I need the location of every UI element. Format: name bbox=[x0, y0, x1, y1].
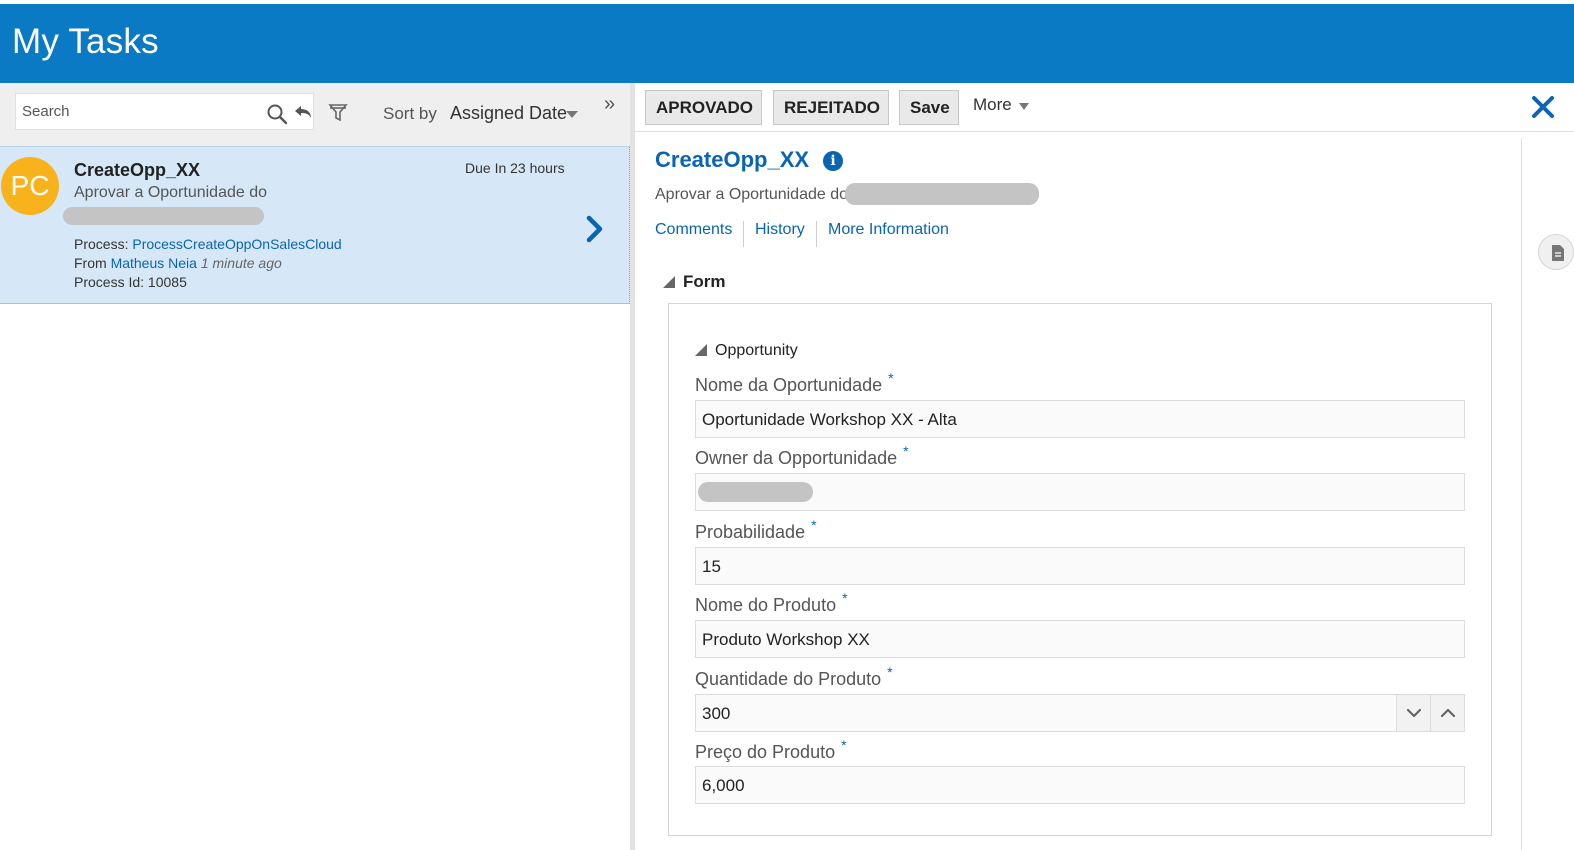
info-icon[interactable]: i bbox=[823, 151, 843, 171]
sort-caret-icon[interactable] bbox=[566, 111, 578, 118]
tab-more-information[interactable]: More Information bbox=[828, 221, 949, 239]
from-label: From bbox=[74, 255, 107, 271]
field-label-nome-produto: Nome do Produto * bbox=[695, 590, 848, 616]
detail-toolbar: APROVADO REJEITADO Save More bbox=[635, 83, 1574, 132]
collapse-triangle-icon[interactable] bbox=[695, 344, 707, 356]
required-marker: * bbox=[842, 590, 848, 606]
header-bar bbox=[0, 4, 1574, 83]
right-panel-divider bbox=[1521, 138, 1522, 850]
search-icon[interactable] bbox=[266, 103, 288, 125]
from-user-link[interactable]: Matheus Neia bbox=[111, 255, 197, 271]
tab-history[interactable]: History bbox=[755, 221, 805, 239]
reject-button[interactable]: REJEITADO bbox=[773, 90, 889, 125]
form-container: Opportunity Nome da Oportunidade * Oportu… bbox=[668, 303, 1492, 836]
section-label: Opportunity bbox=[715, 342, 798, 359]
field-value: 300 bbox=[702, 704, 731, 723]
decrement-button[interactable] bbox=[1396, 695, 1430, 731]
detail-title: CreateOpp_XX bbox=[655, 147, 810, 172]
chevron-up-icon bbox=[1440, 708, 1456, 718]
page-title: My Tasks bbox=[12, 22, 159, 61]
process-id-value: 10085 bbox=[147, 274, 187, 290]
field-value: Produto Workshop XX bbox=[702, 630, 870, 649]
task-list-panel: Sort by Assigned Date » PC CreateOpp_XX … bbox=[0, 83, 630, 850]
chevron-right-icon[interactable] bbox=[584, 215, 604, 243]
increment-button[interactable] bbox=[1430, 695, 1464, 731]
field-label-probabilidade: Probabilidade * bbox=[695, 517, 817, 543]
task-detail-panel: APROVADO REJEITADO Save More CreateOpp_X… bbox=[635, 83, 1574, 850]
more-menu[interactable]: More bbox=[973, 95, 1012, 115]
collapse-triangle-icon[interactable] bbox=[663, 276, 675, 288]
search-box bbox=[15, 93, 314, 130]
field-value: 15 bbox=[702, 557, 721, 576]
search-input[interactable] bbox=[22, 103, 252, 120]
field-label-text: Nome da Oportunidade bbox=[695, 375, 883, 395]
from-time: 1 minute ago bbox=[200, 255, 282, 271]
tab-comments[interactable]: Comments bbox=[655, 221, 732, 239]
sort-dropdown[interactable]: Assigned Date bbox=[450, 103, 567, 124]
file-icon bbox=[1552, 245, 1564, 261]
tab-separator bbox=[816, 221, 817, 247]
task-list-item[interactable]: PC CreateOpp_XX Due In 23 hours Aprovar … bbox=[0, 146, 630, 304]
field-value: 6,000 bbox=[702, 776, 745, 795]
sort-label: Sort by bbox=[383, 104, 437, 123]
document-icon[interactable] bbox=[1538, 234, 1574, 270]
opportunity-section-toggle[interactable]: Opportunity bbox=[695, 342, 798, 360]
redacted-text bbox=[63, 207, 264, 225]
nome-produto-field[interactable]: Produto Workshop XX bbox=[695, 620, 1465, 658]
required-marker: * bbox=[811, 517, 817, 533]
field-label-preco-produto: Preço do Produto * bbox=[695, 737, 847, 763]
field-value: Oportunidade Workshop XX - Alta bbox=[702, 410, 957, 429]
form-label: Form bbox=[683, 272, 726, 291]
more-caret-icon[interactable] bbox=[1019, 103, 1029, 110]
detail-description: Aprovar a Oportunidade do bbox=[655, 186, 849, 203]
field-label-text: Probabilidade bbox=[695, 522, 806, 542]
preco-produto-field[interactable]: 6,000 bbox=[695, 766, 1465, 804]
task-description: Aprovar a Oportunidade do bbox=[74, 184, 268, 201]
redacted-text bbox=[698, 482, 813, 502]
task-title: CreateOpp_XX bbox=[74, 160, 201, 180]
form-section-toggle[interactable]: Form bbox=[663, 272, 726, 292]
required-marker: * bbox=[888, 370, 894, 386]
tab-separator bbox=[743, 221, 744, 247]
close-icon[interactable] bbox=[1531, 95, 1555, 119]
filter-icon[interactable] bbox=[328, 103, 348, 123]
task-from-line: From Matheus Neia 1 minute ago bbox=[74, 255, 282, 271]
field-label-owner-oportunidade: Owner da Opportunidade * bbox=[695, 443, 909, 469]
nome-oportunidade-field[interactable]: Oportunidade Workshop XX - Alta bbox=[695, 400, 1465, 438]
task-list-toolbar: Sort by Assigned Date » bbox=[0, 83, 630, 146]
field-label-text: Quantidade do Produto bbox=[695, 669, 882, 689]
process-label: Process: bbox=[74, 236, 129, 252]
field-label-text: Nome do Produto bbox=[695, 595, 837, 615]
process-id-label: Process Id: bbox=[74, 274, 145, 290]
process-link[interactable]: ProcessCreateOppOnSalesCloud bbox=[132, 236, 341, 252]
approve-button[interactable]: APROVADO bbox=[645, 90, 762, 125]
save-button[interactable]: Save bbox=[899, 90, 959, 125]
task-process-line: Process: ProcessCreateOppOnSalesCloud bbox=[74, 236, 342, 252]
probabilidade-field[interactable]: 15 bbox=[695, 547, 1465, 585]
redacted-text bbox=[845, 183, 1039, 205]
reset-search-icon[interactable] bbox=[290, 103, 314, 123]
field-label-nome-oportunidade: Nome da Oportunidade * bbox=[695, 370, 894, 396]
task-due: Due In 23 hours bbox=[465, 160, 565, 176]
owner-oportunidade-field[interactable] bbox=[695, 473, 1465, 511]
collapse-panel-icon[interactable]: » bbox=[604, 93, 615, 116]
field-label-text: Preço do Produto bbox=[695, 742, 836, 762]
required-marker: * bbox=[903, 443, 909, 459]
field-label-text: Owner da Opportunidade bbox=[695, 448, 898, 468]
required-marker: * bbox=[887, 664, 893, 680]
quantidade-produto-stepper[interactable]: 300 bbox=[695, 694, 1465, 732]
task-process-id-line: Process Id: 10085 bbox=[74, 274, 187, 290]
field-label-quantidade-produto: Quantidade do Produto * bbox=[695, 664, 893, 690]
app-header: My Tasks bbox=[0, 0, 1574, 83]
avatar: PC bbox=[1, 157, 59, 215]
required-marker: * bbox=[841, 737, 847, 753]
chevron-down-icon bbox=[1406, 708, 1422, 718]
